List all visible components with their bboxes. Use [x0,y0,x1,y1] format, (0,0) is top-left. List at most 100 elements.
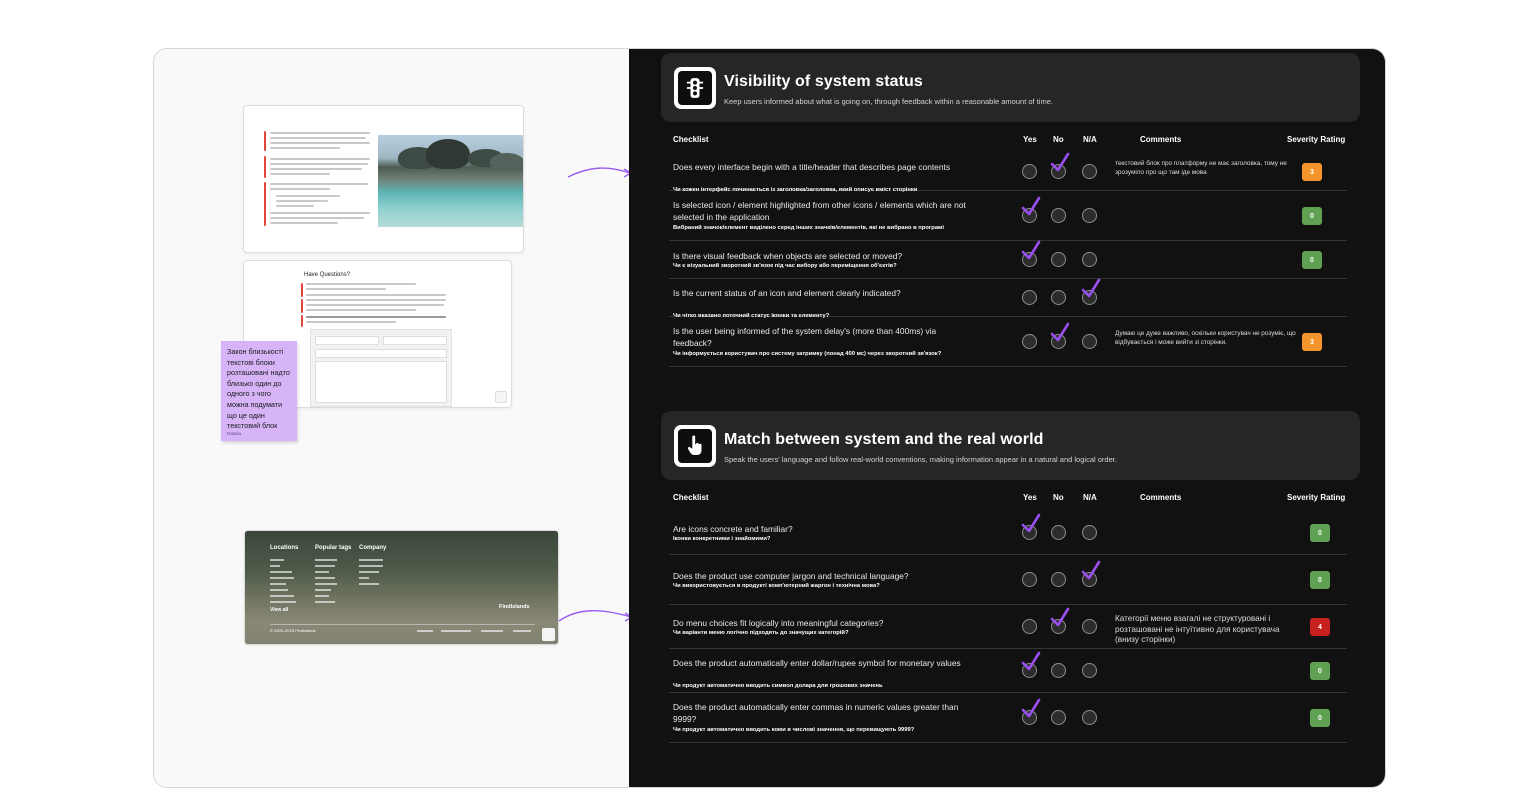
radio-yes[interactable] [1022,334,1037,349]
column-header-na: N/A [1083,135,1097,144]
question-text: Does the product automatically enter dol… [673,658,961,668]
recaptcha-icon [495,391,507,403]
subject-input[interactable] [315,349,447,358]
connector-arrow-1 [567,167,633,178]
radio-na[interactable] [1082,208,1097,223]
comment-text: текстовий блок про платформу не має заго… [1115,160,1287,176]
severity-badge: 0 [1310,524,1330,542]
section-subtitle: Keep users informed about what is going … [724,97,1053,106]
checkmark-icon [1080,560,1102,584]
severity-badge: 4 [1310,618,1330,636]
radio-na[interactable] [1082,710,1097,725]
footer-view-all[interactable]: View all [270,607,288,613]
footer-col-locations: Locations [270,545,299,551]
comment-text: Думаю це дуже важливо, оскільки користув… [1115,330,1296,346]
radio-na[interactable] [1082,334,1097,349]
question-translation: Чи варіанти меню логічно підходять до зн… [673,630,849,636]
radio-na[interactable] [1082,663,1097,678]
column-header-checklist: Checklist [673,135,709,144]
board-frame: Have Questions? Закон близькості текстов… [153,48,1386,788]
checkmark-icon [1049,152,1071,176]
question-translation: Чи продукт автоматично вводить коми в чи… [673,727,915,733]
radio-no[interactable] [1051,710,1066,725]
question-text: Is the current status of an icon and ele… [673,288,901,298]
severity-badge: 0 [1302,251,1322,269]
radio-no[interactable] [1051,525,1066,540]
section-icon-tile [674,67,716,109]
radio-no[interactable] [1051,208,1066,223]
checklist-row: Does the product use computer jargon and… [669,555,1347,605]
radio-na[interactable] [1082,164,1097,179]
sticky-note-text: Закон близькості текстові блоки розташов… [227,347,290,431]
beach-rocks-photo [378,135,523,227]
section-subtitle: Speak the users' language and follow rea… [724,455,1117,464]
radio-na[interactable] [1082,525,1097,540]
question-text: Are icons concrete and familiar? [673,524,793,534]
recaptcha-icon [542,628,555,641]
form-title: Have Questions? [304,272,351,278]
email-input[interactable] [383,336,447,345]
column-header-na: N/A [1083,493,1097,502]
column-header-severity: Severity Rating [1287,135,1346,144]
severity-badge: 3 [1302,163,1322,181]
thumbnail-about-section[interactable] [243,105,524,253]
footer-col-tags: Popular tags [315,545,352,551]
question-translation: Чи використовується в продукті комп'ютер… [673,583,880,589]
radio-na[interactable] [1082,619,1097,634]
footer-col-company: Company [359,545,387,551]
footer-brand-logo: FindIslands [499,604,530,610]
section-header-card: Match between system and the real world S… [661,411,1360,480]
severity-badge: 0 [1310,662,1330,680]
radio-na[interactable] [1082,252,1097,267]
question-text: Is there visual feedback when objects ar… [673,251,903,261]
thumbnail-footer[interactable]: Locations Popular tags Company View all [244,530,559,645]
question-text: Does every interface begin with a title/… [673,162,951,172]
severity-badge: 0 [1302,207,1322,225]
radio-no[interactable] [1051,290,1066,305]
hand-pointer-icon [678,429,712,463]
traffic-light-icon [678,71,712,105]
section-header-card: Visibility of system status Keep users in… [661,53,1360,122]
sticky-note-author: Natalia [227,431,242,436]
checkmark-icon [1020,513,1042,537]
radio-yes[interactable] [1022,164,1037,179]
checkmark-icon [1020,196,1042,220]
checkmark-icon [1020,651,1042,675]
section-icon-tile [674,425,716,467]
radio-yes[interactable] [1022,572,1037,587]
question-translation: Чи продукт автоматично вводить символ до… [673,683,883,689]
question-translation: Чи інформується користувач про систему з… [673,351,942,357]
radio-yes[interactable] [1022,290,1037,305]
message-textarea[interactable] [315,361,447,403]
column-header-yes: Yes [1023,493,1037,502]
question-translation: Іконки конкретними і знайомими? [673,536,771,542]
section-title: Match between system and the real world [724,431,1044,448]
name-input[interactable] [315,336,379,345]
checklist-row: Does every interface begin with a title/… [669,152,1347,193]
question-translation: Чи є візуальний зворотний зв'язок під ча… [673,263,897,269]
column-header-yes: Yes [1023,135,1037,144]
footer-copyright: © 2000–2023 FindIslands [270,628,316,633]
connector-arrow-2 [558,610,634,622]
comment-text: Категорії меню взагалі не структуровані … [1115,614,1280,644]
column-header-no: No [1053,135,1064,144]
checklist-row: Is the current status of an icon and ele… [669,278,1347,319]
radio-no[interactable] [1051,663,1066,678]
left-canvas: Have Questions? Закон близькості текстов… [154,49,634,787]
question-text: Is selected icon / element highlighted f… [673,200,966,222]
sticky-note[interactable]: Закон близькості текстові блоки розташов… [221,341,297,441]
question-text: Is the user being informed of the system… [673,326,937,348]
question-translation: Вибраний значок/елемент виділено серед і… [673,225,944,231]
column-header-severity: Severity Rating [1287,493,1346,502]
column-header-checklist: Checklist [673,493,709,502]
checklist-row: Does the product automatically enter com… [669,693,1347,743]
section-title: Visibility of system status [724,73,923,90]
column-header-comments: Comments [1140,135,1182,144]
heuristic-checklist-panel: Visibility of system status Keep users in… [629,49,1385,787]
radio-yes[interactable] [1022,619,1037,634]
radio-no[interactable] [1051,252,1066,267]
checklist-row: Do menu choices fit logically into meani… [669,605,1347,649]
checkmark-icon [1020,240,1042,264]
radio-no[interactable] [1051,572,1066,587]
column-header-comments: Comments [1140,493,1182,502]
